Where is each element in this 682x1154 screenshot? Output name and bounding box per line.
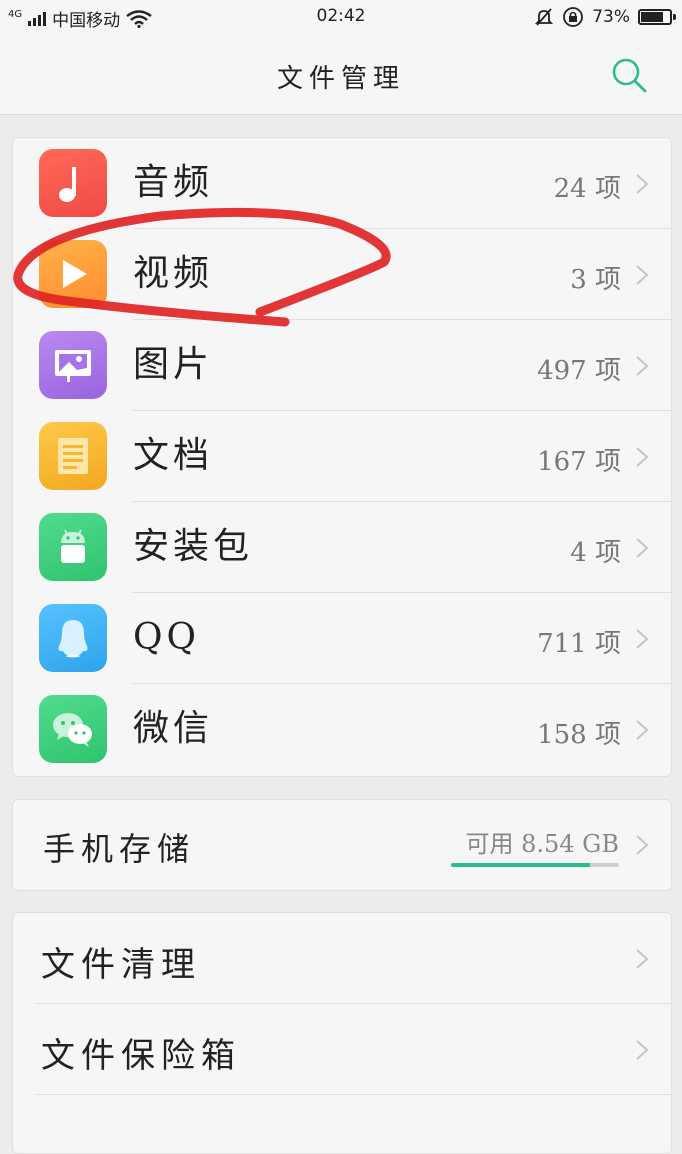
- storage-usage-fill: [451, 863, 591, 867]
- chevron-right-icon: [636, 265, 649, 285]
- tools-card: 文件清理 文件保险箱: [12, 912, 672, 1154]
- app-header: 文件管理: [0, 36, 682, 115]
- chevron-right-icon: [636, 356, 649, 376]
- category-row-documents[interactable]: 文档 167 项: [13, 411, 671, 502]
- document-icon: [39, 422, 107, 490]
- category-count: 158 项: [537, 720, 621, 750]
- category-count: 24 项: [553, 174, 621, 204]
- category-label: 微信: [133, 708, 214, 749]
- chevron-right-icon: [636, 174, 649, 194]
- category-row-qq[interactable]: QQ 711 项: [13, 593, 671, 684]
- storage-free-space: 可用 8.54 GB: [465, 830, 619, 858]
- tool-label: 文件保险箱: [41, 1036, 241, 1076]
- category-count: 711 项: [537, 629, 621, 659]
- music-note-icon: [39, 149, 107, 217]
- tool-row-partial[interactable]: [13, 1095, 671, 1153]
- chevron-right-icon: [636, 629, 649, 649]
- page-title: 文件管理: [276, 64, 405, 94]
- category-label: 视频: [133, 253, 214, 294]
- category-card: 音频 24 项 视频 3 项 图片 497 项 文档 167 项 安装包 4 项…: [12, 137, 672, 777]
- chevron-right-icon: [636, 538, 649, 558]
- battery-icon: [638, 9, 676, 25]
- rotation-lock-icon: [563, 7, 584, 27]
- battery-level: [641, 12, 663, 22]
- android-icon: [39, 513, 107, 581]
- category-row-wechat[interactable]: 微信 158 项: [13, 684, 671, 775]
- search-icon[interactable]: [610, 56, 648, 94]
- category-count: 497 项: [537, 356, 621, 386]
- chevron-right-icon: [636, 447, 649, 467]
- image-icon: [39, 331, 107, 399]
- category-row-images[interactable]: 图片 497 项: [13, 320, 671, 411]
- battery-percent: 73%: [592, 7, 630, 27]
- play-icon: [39, 240, 107, 308]
- category-label: 音频: [133, 162, 214, 203]
- chevron-right-icon: [636, 835, 649, 855]
- storage-card[interactable]: 手机存储 可用 8.54 GB: [12, 799, 672, 891]
- category-count: 167 项: [537, 447, 621, 477]
- tool-row-file-safe[interactable]: 文件保险箱: [13, 1004, 671, 1095]
- category-label: 安装包: [133, 526, 254, 567]
- category-count: 3 项: [570, 265, 621, 295]
- tool-label: 文件清理: [41, 945, 201, 985]
- storage-label: 手机存储: [43, 830, 196, 868]
- category-label: QQ: [133, 617, 201, 658]
- category-label: 文档: [133, 435, 214, 476]
- tool-row-file-cleanup[interactable]: 文件清理: [13, 913, 671, 1004]
- category-label: 图片: [133, 344, 214, 385]
- category-row-audio[interactable]: 音频 24 项: [13, 138, 671, 229]
- qq-penguin-icon: [39, 604, 107, 672]
- chevron-right-icon: [636, 949, 649, 969]
- storage-usage-bar: [451, 863, 619, 867]
- status-bar: 4G 中国移动 02:42 73%: [0, 0, 682, 36]
- chevron-right-icon: [636, 720, 649, 740]
- status-right: 73%: [534, 6, 676, 28]
- chevron-right-icon: [636, 1040, 649, 1060]
- category-count: 4 项: [570, 538, 621, 568]
- wechat-icon: [39, 695, 107, 763]
- category-row-apk[interactable]: 安装包 4 项: [13, 502, 671, 593]
- category-row-video[interactable]: 视频 3 项: [13, 229, 671, 320]
- mute-icon: [535, 8, 554, 26]
